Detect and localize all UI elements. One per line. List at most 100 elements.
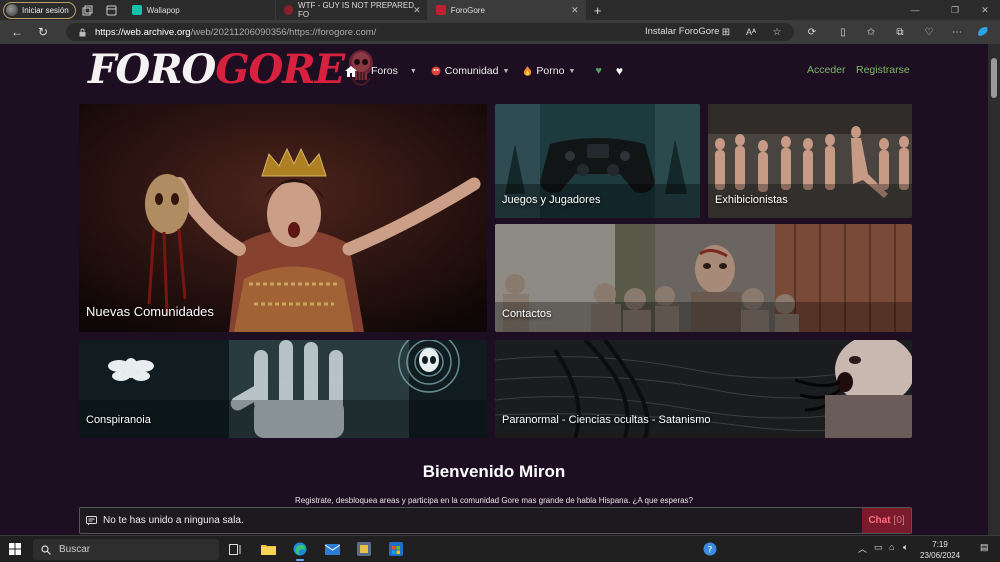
- tile-nuevas-comunidades[interactable]: Nuevas Comunidades: [79, 104, 487, 332]
- notifications-icon[interactable]: ▤: [980, 542, 989, 553]
- close-tab-icon[interactable]: ✕: [413, 5, 421, 16]
- tile-paranormal[interactable]: Paranormal - Ciencias ocultas - Satanism…: [495, 340, 912, 438]
- volume-icon[interactable]: 🔈︎: [903, 542, 908, 553]
- browser-tab-bar: Iniciar sesión Wallapop WTF - GUY IS NOT…: [0, 0, 1000, 20]
- search-icon: [41, 544, 51, 555]
- taskbar-search[interactable]: Buscar: [33, 539, 219, 560]
- windows-start-icon[interactable]: [9, 543, 21, 555]
- tile-exhibicionistas[interactable]: Exhibicionistas: [708, 104, 912, 218]
- register-link[interactable]: Registrarse: [856, 64, 910, 76]
- chevron-down-icon: ▼: [568, 67, 576, 75]
- taskbar-clock[interactable]: 7:19 23/06/2024: [920, 539, 960, 561]
- tab-wallapop[interactable]: Wallapop: [124, 0, 276, 20]
- scrollbar-thumb[interactable]: [991, 58, 997, 98]
- app-install-icon[interactable]: ⊞: [717, 24, 735, 40]
- close-window-icon[interactable]: ✕: [970, 0, 1000, 20]
- install-app-button[interactable]: Instalar ForoGore: [645, 26, 719, 37]
- welcome-subtitle: Registrate, desbloquea areas y participa…: [294, 496, 694, 505]
- more-menu-icon[interactable]: ⋯: [948, 24, 966, 40]
- refresh-icon[interactable]: ↻: [30, 20, 56, 44]
- profile-label: Iniciar sesión: [22, 5, 69, 15]
- tile-contactos[interactable]: Contactos: [495, 224, 912, 332]
- forogore-page: FORO GORE Foros ▼ Comunidad ▼ Porno ▼ ♥ …: [0, 44, 988, 535]
- chat-label: Chat: [868, 515, 891, 526]
- lock-icon: [79, 28, 86, 36]
- network-icon[interactable]: ⌂: [889, 542, 894, 552]
- green-heart-icon[interactable]: ♥: [595, 65, 602, 77]
- menu-comunidad[interactable]: Comunidad ▼: [431, 65, 510, 77]
- read-aloud-icon[interactable]: Aᴬ: [742, 24, 760, 40]
- tile-label: Paranormal - Ciencias ocultas - Satanism…: [502, 414, 711, 426]
- tile-label: Juegos y Jugadores: [502, 194, 601, 206]
- menu-comunidad-label: Comunidad: [444, 65, 499, 77]
- file-explorer-icon[interactable]: [258, 540, 278, 558]
- avatar: [6, 4, 18, 16]
- split-screen-icon[interactable]: ▯: [834, 24, 852, 40]
- windows-taskbar: Buscar ? ︿ ▭ ⌂ 🔈︎ 7:19 23/06/2024 ▤: [0, 535, 1000, 562]
- tab-wtf[interactable]: WTF - GUY IS NOT PREPARED FO ✕: [276, 0, 428, 20]
- forogore-favicon-icon: [435, 5, 446, 15]
- favorites-icon[interactable]: ✩: [862, 24, 880, 40]
- chat-bar[interactable]: No te has unido a ninguna sala. Chat [0]: [79, 507, 912, 534]
- url-path: /web/20211206090356/https://forogore.com…: [190, 26, 377, 38]
- menu-porno-label: Porno: [536, 65, 565, 77]
- taskbar-search-label: Buscar: [59, 544, 91, 555]
- page-scrollbar[interactable]: [988, 44, 1000, 535]
- task-view-icon[interactable]: [225, 540, 245, 558]
- help-icon[interactable]: ?: [700, 540, 720, 558]
- chat-message: No te has unido a ninguna sala.: [103, 515, 244, 526]
- tab-title: WTF - GUY IS NOT PREPARED FO: [298, 1, 415, 19]
- tab-forogore[interactable]: ForoGore ✕: [427, 0, 586, 20]
- tile-label: Contactos: [502, 308, 552, 320]
- mail-icon[interactable]: [322, 540, 342, 558]
- new-tab-icon[interactable]: +: [586, 0, 610, 20]
- chevron-down-icon: ▼: [409, 67, 417, 75]
- forogore-logo[interactable]: FORO GORE: [88, 46, 376, 94]
- workspaces-icon[interactable]: [76, 0, 100, 20]
- logo-text-gore: GORE: [215, 46, 345, 93]
- address-toolbar: ← ↻ https://web.archive.org /web/2021120…: [0, 20, 1000, 44]
- tab-title: Wallapop: [146, 5, 180, 15]
- back-arrow-icon[interactable]: ←: [4, 20, 30, 44]
- tab-actions-icon[interactable]: [100, 0, 124, 20]
- minimize-icon[interactable]: —: [900, 0, 930, 20]
- chat-button[interactable]: Chat [0]: [862, 508, 911, 533]
- svg-text:?: ?: [708, 546, 713, 556]
- close-tab-icon[interactable]: ✕: [571, 5, 579, 16]
- login-link[interactable]: Acceder: [807, 64, 846, 76]
- fire-icon: [524, 65, 532, 76]
- menu-foros[interactable]: Foros ▼: [371, 65, 417, 77]
- edge-browser-icon[interactable]: [290, 540, 310, 561]
- home-icon[interactable]: [345, 65, 357, 77]
- battery-icon[interactable]: ▭: [874, 542, 883, 553]
- tile-label: Nuevas Comunidades: [86, 304, 214, 319]
- zombies-image: [495, 224, 912, 332]
- chat-status: No te has unido a ninguna sala.: [86, 515, 244, 526]
- maximize-icon[interactable]: ❐: [940, 0, 970, 20]
- microsoft-store-icon[interactable]: [386, 540, 406, 558]
- chat-count: [0]: [893, 515, 905, 526]
- browser-essentials-icon[interactable]: ♡: [920, 24, 938, 40]
- site-favicon-icon: [283, 5, 294, 15]
- heart-icon[interactable]: ♥: [616, 64, 623, 78]
- chat-bubble-icon: [86, 515, 97, 525]
- collections-icon[interactable]: ⧉: [891, 24, 909, 40]
- extensions-icon[interactable]: ⟳: [803, 24, 821, 40]
- profile-button[interactable]: Iniciar sesión: [3, 1, 76, 19]
- tray-chevron-up-icon[interactable]: ︿: [858, 542, 867, 555]
- tile-juegos-y-jugadores[interactable]: Juegos y Jugadores: [495, 104, 700, 218]
- site-header: FORO GORE Foros ▼ Comunidad ▼ Porno ▼ ♥ …: [0, 44, 988, 99]
- tile-conspiranoia[interactable]: Conspiranoia: [79, 340, 487, 438]
- logo-text-foro: FORO: [88, 46, 216, 93]
- store-app-icon[interactable]: [354, 540, 374, 558]
- clock-date: 23/06/2024: [920, 551, 961, 560]
- clock-time: 7:19: [932, 540, 948, 549]
- wallapop-favicon-icon: [131, 5, 142, 15]
- menu-porno[interactable]: Porno ▼: [523, 65, 575, 77]
- main-menu: Foros ▼ Comunidad ▼ Porno ▼ ♥ ♥: [345, 64, 637, 78]
- tile-label: Conspiranoia: [86, 414, 151, 426]
- chevron-down-icon: ▼: [502, 67, 510, 75]
- menu-foros-label: Foros: [371, 65, 398, 77]
- copilot-icon[interactable]: [974, 24, 992, 40]
- favorite-star-icon[interactable]: ☆: [768, 24, 786, 40]
